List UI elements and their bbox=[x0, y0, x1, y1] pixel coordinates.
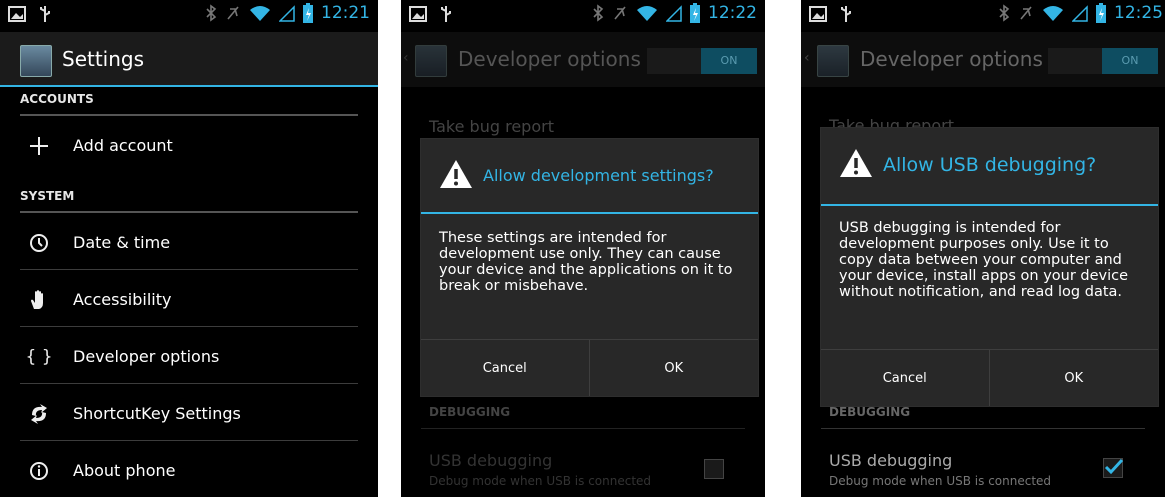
warning-icon bbox=[440, 160, 472, 188]
settings-item-developer-options[interactable]: { } Developer options bbox=[20, 328, 358, 384]
developer-options-screen-dialog-2: 12:25 ‹ Developer options ON Take bug re… bbox=[801, 0, 1165, 497]
take-bug-report-item[interactable]: Take bug report bbox=[429, 117, 554, 136]
dialog-buttons: Cancel OK bbox=[821, 349, 1158, 406]
section-divider bbox=[20, 114, 358, 116]
gallery-icon bbox=[8, 6, 26, 22]
page-title: Developer options bbox=[860, 47, 1043, 71]
dialog-message: These settings are intended for developm… bbox=[439, 230, 733, 294]
section-divider bbox=[421, 428, 745, 429]
wifi-icon bbox=[250, 6, 270, 21]
row-divider bbox=[20, 326, 358, 327]
section-divider bbox=[20, 211, 358, 213]
signal-icon bbox=[666, 5, 682, 22]
battery-icon bbox=[303, 3, 313, 23]
dialog-title: Allow USB debugging? bbox=[883, 154, 1097, 176]
clock: 12:22 bbox=[708, 3, 757, 23]
cancel-button[interactable]: Cancel bbox=[421, 340, 590, 396]
settings-app-icon[interactable] bbox=[817, 45, 849, 77]
mute-icon bbox=[227, 6, 239, 20]
usb-icon bbox=[441, 6, 451, 22]
item-label: Date & time bbox=[73, 233, 171, 252]
developer-options-screen-dialog-1: 12:22 ‹ Developer options ON Take bug re… bbox=[401, 0, 765, 497]
usb-icon bbox=[841, 6, 851, 22]
row-divider bbox=[20, 269, 358, 270]
ok-button[interactable]: OK bbox=[990, 350, 1159, 406]
settings-item-shortcutkey[interactable]: ShortcutKey Settings bbox=[20, 385, 358, 441]
dialog-title-divider bbox=[421, 212, 758, 214]
settings-item-date-time[interactable]: Date & time bbox=[20, 214, 358, 270]
row-divider bbox=[20, 440, 358, 441]
back-chevron-icon[interactable]: ‹ bbox=[804, 50, 810, 66]
status-bar: 12:21 bbox=[0, 0, 378, 32]
wifi-icon bbox=[1043, 6, 1063, 21]
usb-debugging-summary: Debug mode when USB is connected bbox=[829, 474, 1052, 488]
usb-debugging-title: USB debugging bbox=[429, 451, 553, 470]
gallery-icon bbox=[409, 6, 427, 22]
back-chevron-icon[interactable]: ‹ bbox=[403, 50, 409, 66]
item-label: Developer options bbox=[73, 347, 220, 366]
allow-development-dialog: Allow development settings? These settin… bbox=[420, 138, 759, 397]
usb-icon bbox=[40, 6, 50, 22]
action-bar-divider bbox=[0, 85, 378, 87]
battery-icon bbox=[690, 3, 700, 23]
warning-icon bbox=[840, 149, 872, 177]
signal-icon bbox=[279, 5, 295, 22]
ok-button[interactable]: OK bbox=[590, 340, 759, 396]
item-label: Accessibility bbox=[73, 290, 172, 309]
settings-app-icon[interactable] bbox=[20, 45, 52, 77]
shortcut-icon bbox=[28, 403, 50, 425]
settings-item-about-phone[interactable]: About phone bbox=[20, 442, 358, 497]
section-header-system: SYSTEM bbox=[20, 189, 75, 203]
action-bar: Settings bbox=[0, 32, 378, 87]
item-label: ShortcutKey Settings bbox=[73, 404, 241, 423]
braces-icon: { } bbox=[25, 347, 53, 367]
section-header-debugging: DEBUGGING bbox=[829, 405, 911, 419]
gallery-icon bbox=[809, 6, 827, 22]
bluetooth-icon bbox=[593, 4, 604, 22]
mute-icon bbox=[614, 6, 626, 20]
usb-debugging-title: USB debugging bbox=[829, 451, 953, 470]
settings-app-icon[interactable] bbox=[415, 45, 447, 77]
page-title: Developer options bbox=[458, 47, 641, 71]
add-account-label: Add account bbox=[73, 136, 173, 155]
clock: 12:25 bbox=[1114, 3, 1163, 23]
dialog-title: Allow development settings? bbox=[483, 166, 714, 185]
signal-icon bbox=[1072, 5, 1088, 22]
plus-icon bbox=[28, 135, 50, 157]
developer-options-toggle[interactable]: ON bbox=[647, 48, 757, 74]
dialog-buttons: Cancel OK bbox=[421, 339, 758, 396]
settings-item-accessibility[interactable]: Accessibility bbox=[20, 271, 358, 327]
checkmark-icon bbox=[1104, 458, 1124, 475]
cancel-button[interactable]: Cancel bbox=[821, 350, 990, 406]
info-icon bbox=[28, 460, 50, 482]
row-divider bbox=[20, 383, 358, 384]
battery-icon bbox=[1096, 3, 1106, 23]
toggle-on-label: ON bbox=[1102, 48, 1158, 74]
hand-icon bbox=[28, 289, 50, 311]
section-header-accounts: ACCOUNTS bbox=[20, 92, 94, 106]
clock: 12:21 bbox=[321, 3, 370, 23]
page-title: Settings bbox=[62, 47, 145, 71]
allow-usb-debugging-dialog: Allow USB debugging? USB debugging is in… bbox=[820, 127, 1159, 407]
usb-debugging-checkbox[interactable] bbox=[704, 459, 724, 479]
settings-screen: 12:21 Settings ACCOUNTS Add account SYST… bbox=[0, 0, 378, 497]
developer-options-toggle[interactable]: ON bbox=[1048, 48, 1158, 74]
wifi-icon bbox=[637, 6, 657, 21]
status-bar: 12:25 bbox=[801, 0, 1165, 32]
bluetooth-icon bbox=[999, 4, 1010, 22]
bluetooth-icon bbox=[206, 4, 217, 22]
status-bar: 12:22 bbox=[401, 0, 765, 32]
add-account-item[interactable]: Add account bbox=[20, 117, 358, 173]
dialog-message: USB debugging is intended for developmen… bbox=[839, 220, 1129, 300]
usb-debugging-summary: Debug mode when USB is connected bbox=[429, 474, 652, 488]
usb-debugging-checkbox[interactable] bbox=[1103, 458, 1124, 478]
toggle-on-label: ON bbox=[701, 48, 757, 74]
dialog-title-divider bbox=[821, 204, 1158, 206]
mute-icon bbox=[1020, 6, 1032, 20]
section-header-debugging: DEBUGGING bbox=[429, 405, 511, 419]
item-label: About phone bbox=[73, 461, 176, 480]
section-divider bbox=[821, 428, 1145, 429]
clock-icon bbox=[28, 232, 50, 254]
